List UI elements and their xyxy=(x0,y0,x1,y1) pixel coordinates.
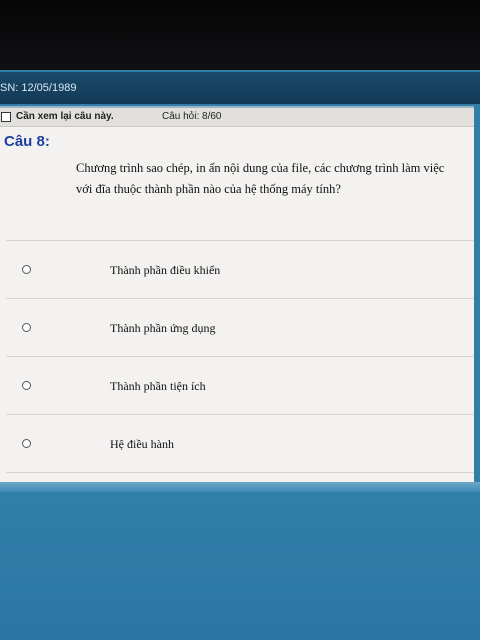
answer-option[interactable]: Hệ điều hành xyxy=(6,415,474,473)
empty-screen-area xyxy=(0,500,480,640)
answer-options: Thành phần điều khiển Thành phần ứng dụn… xyxy=(6,240,474,473)
candidate-info-bar: SN: 12/05/1989 xyxy=(0,72,480,104)
radio-button[interactable] xyxy=(22,439,31,448)
review-bar: Cần xem lại câu này. Câu hỏi: 8/60 xyxy=(0,108,474,127)
question-panel: Cần xem lại câu này. Câu hỏi: 8/60 Câu 8… xyxy=(0,106,474,484)
question-text: Chương trình sao chép, in ấn nội dung củ… xyxy=(76,161,445,196)
exam-screen: SN: 12/05/1989 Cần xem lại câu này. Câu … xyxy=(0,70,480,640)
review-label: Cần xem lại câu này. xyxy=(16,111,114,122)
answer-option[interactable]: Thành phần điều khiển xyxy=(6,241,474,299)
radio-button[interactable] xyxy=(22,323,31,332)
answer-option-label: Thành phần tiện ích xyxy=(110,379,206,393)
question-title: Câu 8: xyxy=(4,133,50,150)
answer-option-label: Thành phần ứng dụng xyxy=(110,321,216,335)
candidate-dob: SN: 12/05/1989 xyxy=(0,82,77,94)
radio-button[interactable] xyxy=(22,265,31,274)
radio-button[interactable] xyxy=(22,381,31,390)
panel-bottom-edge xyxy=(0,482,480,492)
review-checkbox[interactable] xyxy=(1,112,11,122)
answer-option[interactable]: Thành phần ứng dụng xyxy=(6,299,474,357)
monitor-bezel xyxy=(0,0,480,72)
answer-option[interactable]: Thành phần tiện ích xyxy=(6,357,474,415)
answer-option-label: Hệ điều hành xyxy=(110,437,174,451)
answer-option-label: Thành phần điều khiển xyxy=(110,263,221,277)
question-counter: Câu hỏi: 8/60 xyxy=(162,111,222,122)
